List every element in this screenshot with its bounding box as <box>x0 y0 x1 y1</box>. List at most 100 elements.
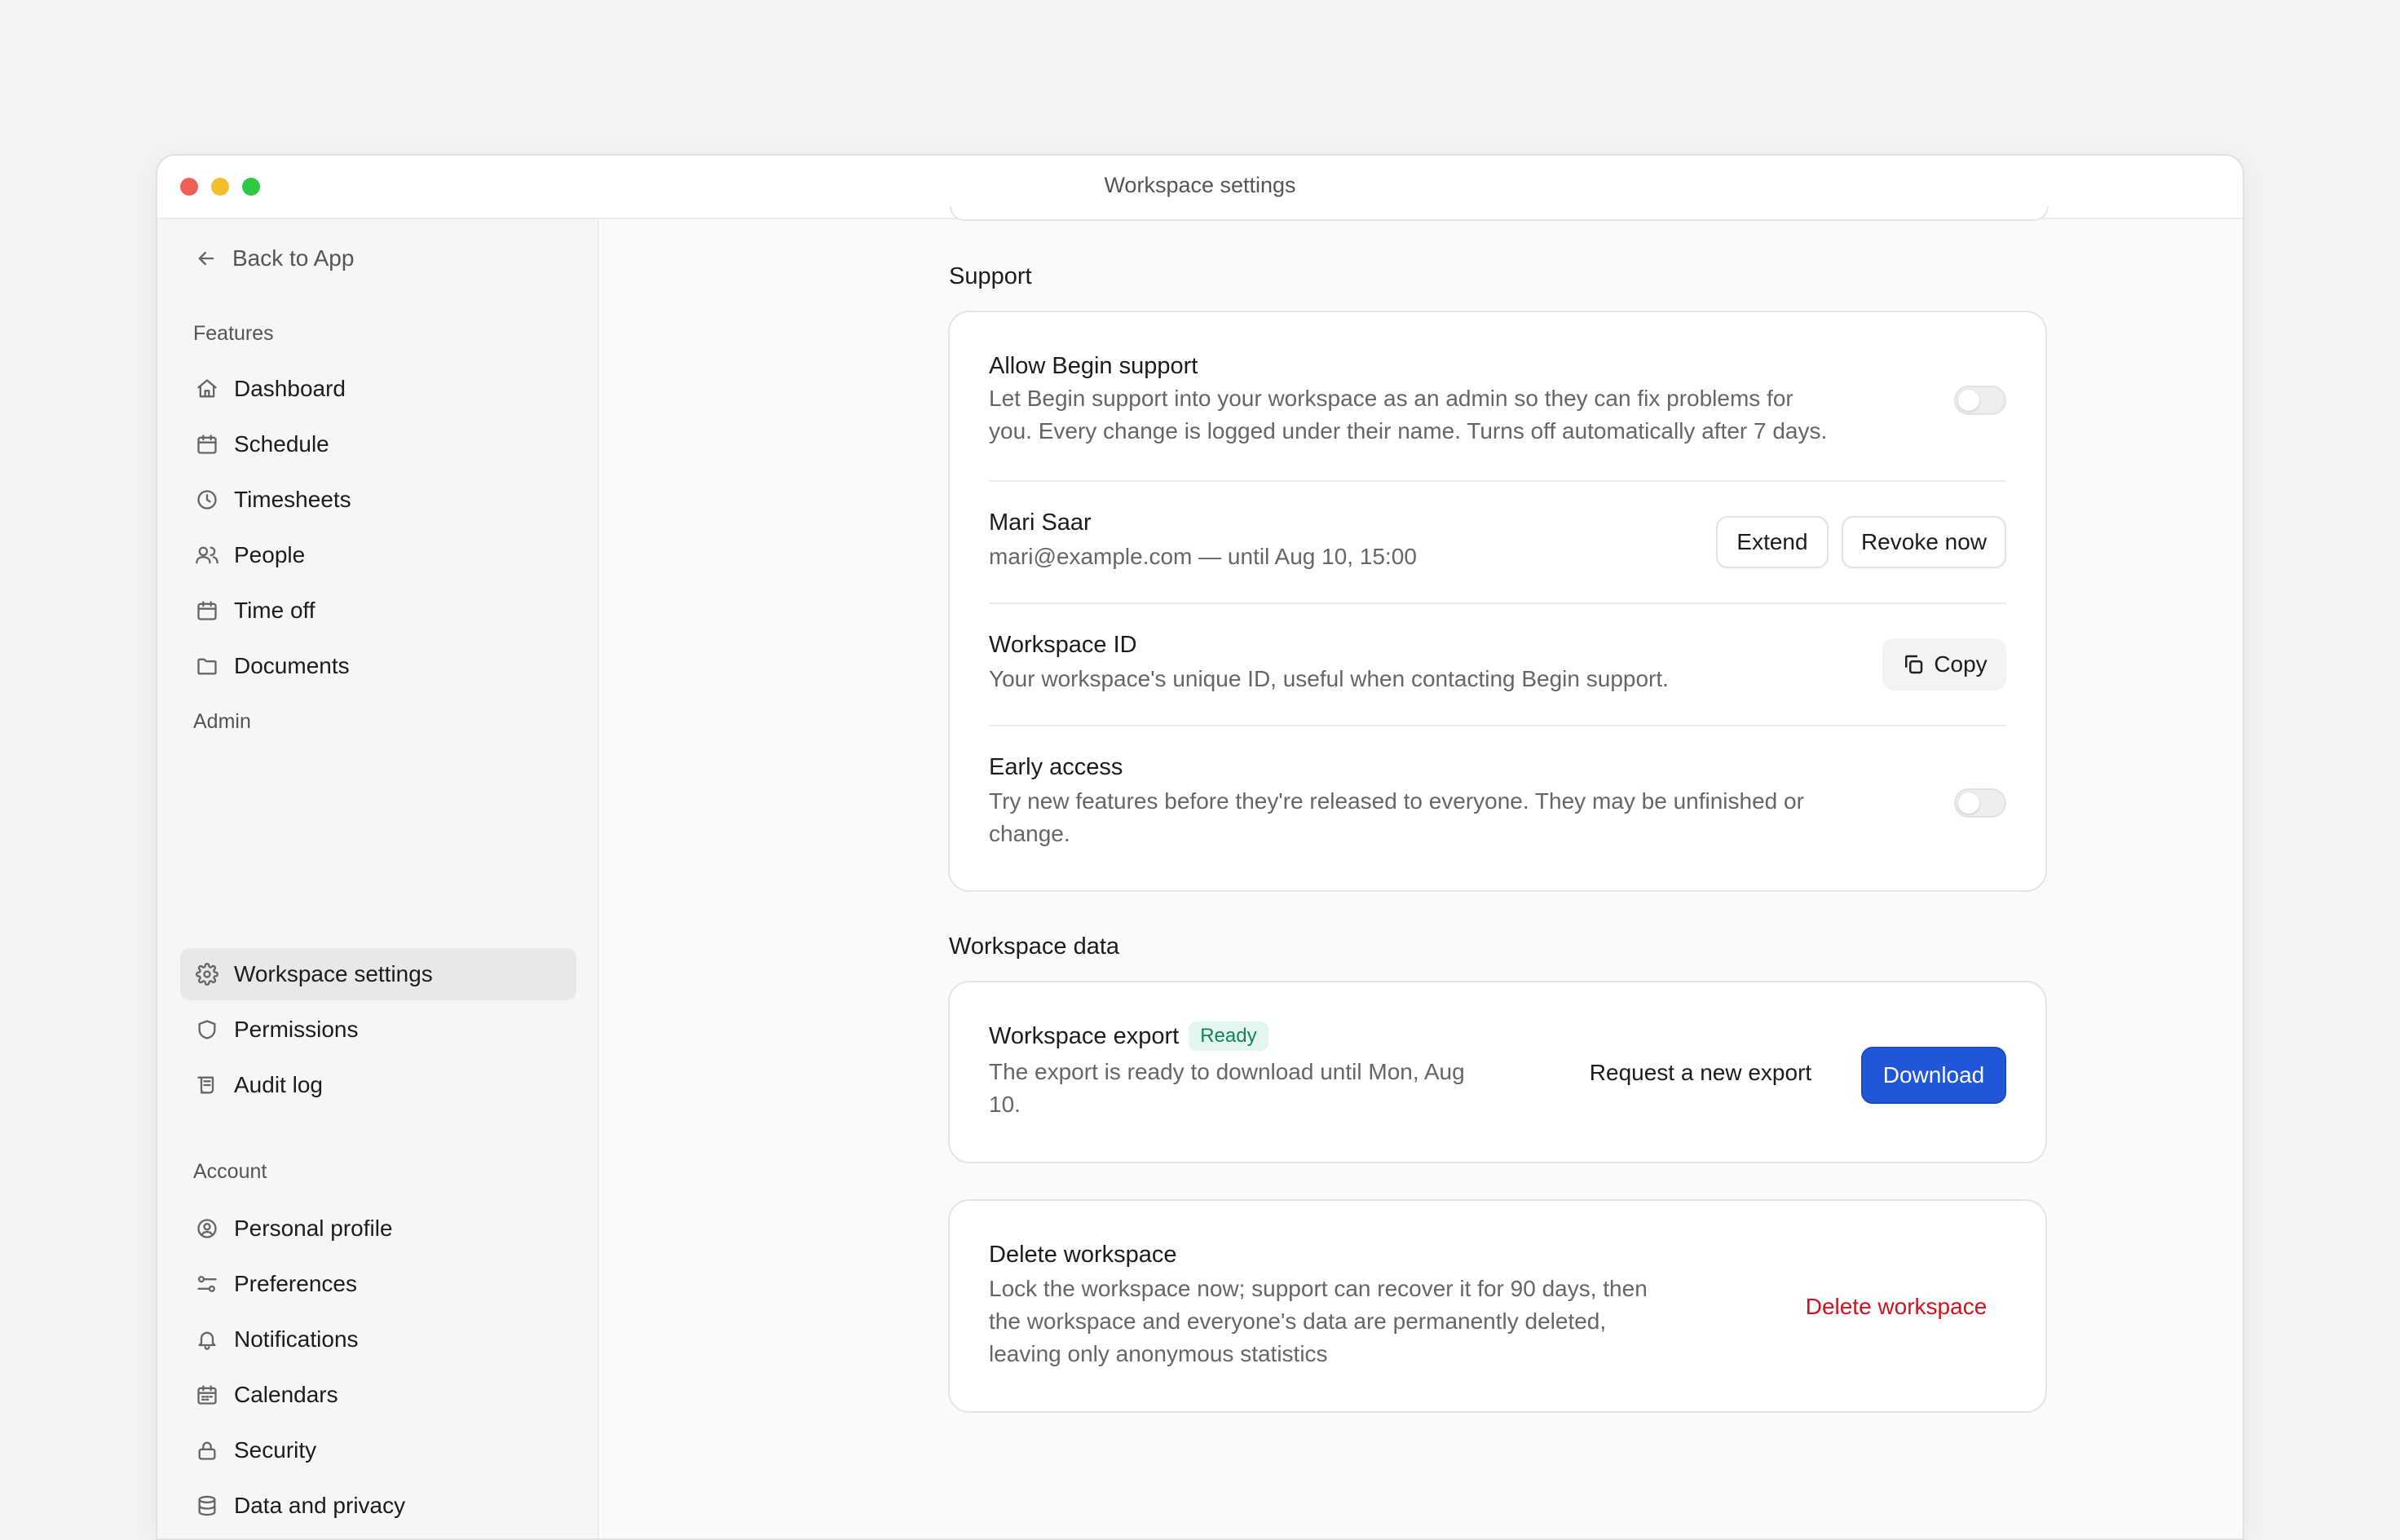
early-access-desc-line: Try new features before they're released… <box>989 788 1804 814</box>
delete-workspace-description: Lock the workspace now; support can reco… <box>989 1273 1648 1370</box>
copy-workspace-id-button[interactable]: Copy <box>1882 638 2006 691</box>
sidebar-item-workspace-settings[interactable]: Workspace settings <box>180 948 576 1000</box>
main-content[interactable]: Support Allow Begin support Let Begin su… <box>601 206 2243 1538</box>
sidebar-item-label: Timesheets <box>234 487 351 512</box>
sidebar: Back to App Features Dashboard Schedule … <box>157 219 599 1538</box>
allow-support-toggle[interactable] <box>1954 386 2006 415</box>
support-section-title: Support <box>949 263 1032 289</box>
export-desc-line: 10. <box>989 1092 1021 1117</box>
sidebar-item-label: Personal profile <box>234 1216 393 1241</box>
sidebar-item-preferences[interactable]: Preferences <box>180 1258 576 1310</box>
sidebar-item-time-off[interactable]: Time off <box>180 585 576 637</box>
sidebar-item-label: Notifications <box>234 1326 359 1352</box>
allow-support-row: Allow Begin support Let Begin support in… <box>989 312 2006 480</box>
toggle-knob <box>1958 390 1979 411</box>
app-window: Workspace settings Back to App Features … <box>156 154 2244 1540</box>
workspace-export-card: Workspace export Ready The export is read… <box>948 981 2047 1163</box>
sidebar-item-schedule[interactable]: Schedule <box>180 418 576 470</box>
arrow-left-icon <box>198 251 214 266</box>
grant-detail: mari@example.com — until Aug 10, 15:00 <box>989 544 1417 569</box>
delete-workspace-button[interactable]: Delete workspace <box>1786 1281 2006 1333</box>
sidebar-item-people[interactable]: People <box>180 529 576 581</box>
toggle-knob <box>1958 792 1979 814</box>
delete-desc-line: leaving only anonymous statistics <box>989 1341 1328 1366</box>
sidebar-item-label: Calendars <box>234 1382 338 1407</box>
early-access-desc-line: change. <box>989 821 1070 846</box>
database-icon <box>195 1494 219 1518</box>
sidebar-item-audit-log[interactable]: Audit log <box>180 1059 576 1111</box>
scroll-icon <box>195 1073 219 1097</box>
copy-label: Copy <box>1934 651 1988 677</box>
workspace-data-section-title: Workspace data <box>949 933 1120 960</box>
calendar-grid-icon <box>195 1383 219 1407</box>
sidebar-item-dashboard[interactable]: Dashboard <box>180 363 576 415</box>
sidebar-item-label: Data and privacy <box>234 1493 406 1518</box>
folder-icon <box>195 654 219 678</box>
shield-icon <box>195 1017 219 1042</box>
allow-support-desc-line: you. Every change is logged under their … <box>989 418 1828 443</box>
gear-icon <box>195 962 219 986</box>
ready-status-badge: Ready <box>1189 1022 1268 1051</box>
lock-icon <box>195 1438 219 1463</box>
delete-workspace-row: Delete workspace Lock the workspace now;… <box>989 1201 2006 1414</box>
calendar-icon <box>195 432 219 457</box>
sidebar-item-notifications[interactable]: Notifications <box>180 1313 576 1366</box>
delete-workspace-title: Delete workspace <box>989 1242 1177 1268</box>
sidebar-item-label: Dashboard <box>234 376 346 401</box>
request-new-export-button[interactable]: Request a new export <box>1566 1047 1835 1099</box>
early-access-row: Early access Try new features before the… <box>989 725 2006 892</box>
export-desc-line: The export is ready to download until Mo… <box>989 1059 1465 1084</box>
previous-card-edge <box>950 206 2049 221</box>
workspace-export-row: Workspace export Ready The export is read… <box>989 982 2006 1165</box>
workspace-id-row: Workspace ID Your workspace's unique ID,… <box>989 602 2006 725</box>
sidebar-item-label: Audit log <box>234 1072 323 1097</box>
early-access-title: Early access <box>989 754 1123 780</box>
early-access-toggle[interactable] <box>1954 788 2006 818</box>
sidebar-item-label: Time off <box>234 598 315 623</box>
allow-support-desc-line: Let Begin support into your workspace as… <box>989 386 1793 411</box>
home-icon <box>195 377 219 401</box>
delete-workspace-card: Delete workspace Lock the workspace now;… <box>948 1199 2047 1413</box>
copy-icon <box>1905 655 1923 674</box>
support-card: Allow Begin support Let Begin support in… <box>948 311 2047 892</box>
workspace-id-title: Workspace ID <box>989 632 1137 658</box>
early-access-description: Try new features before they're released… <box>989 785 1804 850</box>
grant-name: Mari Saar <box>989 510 1092 536</box>
sidebar-item-label: Documents <box>234 653 350 678</box>
sidebar-item-security[interactable]: Security <box>180 1424 576 1476</box>
sidebar-item-documents[interactable]: Documents <box>180 640 576 692</box>
sidebar-item-label: Security <box>234 1437 317 1463</box>
sidebar-group-account: Account <box>193 1160 267 1183</box>
sidebar-item-personal-profile[interactable]: Personal profile <box>180 1202 576 1255</box>
sidebar-item-data-and-privacy[interactable]: Data and privacy <box>180 1480 576 1532</box>
user-circle-icon <box>195 1216 219 1241</box>
allow-support-description: Let Begin support into your workspace as… <box>989 382 1827 448</box>
extend-button[interactable]: Extend <box>1716 516 1829 568</box>
back-to-app-link[interactable]: Back to App <box>195 242 354 275</box>
delete-desc-line: the workspace and everyone's data are pe… <box>989 1308 1607 1334</box>
delete-desc-line: Lock the workspace now; support can reco… <box>989 1276 1648 1301</box>
workspace-id-description: Your workspace's unique ID, useful when … <box>989 666 1669 691</box>
workspace-export-description: The export is ready to download until Mo… <box>989 1056 1465 1121</box>
workspace-export-title: Workspace export Ready <box>989 1022 1268 1051</box>
sidebar-item-label: Permissions <box>234 1017 359 1042</box>
people-icon <box>195 543 219 567</box>
download-export-button[interactable]: Download <box>1861 1047 2006 1104</box>
support-grant-row: Mari Saar mari@example.com — until Aug 1… <box>989 480 2006 602</box>
clock-icon <box>195 488 219 512</box>
sidebar-item-timesheets[interactable]: Timesheets <box>180 474 576 526</box>
sidebar-item-label: People <box>234 542 306 567</box>
sidebar-item-label: Preferences <box>234 1271 357 1296</box>
window-title: Workspace settings <box>1104 173 1296 197</box>
sidebar-item-calendars[interactable]: Calendars <box>180 1369 576 1421</box>
allow-support-title: Allow Begin support <box>989 353 1198 379</box>
sidebar-group-features: Features <box>193 322 274 345</box>
sidebar-item-permissions[interactable]: Permissions <box>180 1004 576 1056</box>
bell-icon <box>195 1327 219 1352</box>
workspace-export-title-text: Workspace export <box>989 1023 1180 1049</box>
sliders-icon <box>195 1272 219 1296</box>
sidebar-group-admin: Admin <box>193 710 251 733</box>
revoke-now-button[interactable]: Revoke now <box>1842 516 2006 568</box>
back-to-app-label: Back to App <box>232 245 355 271</box>
sidebar-item-label: Schedule <box>234 431 329 457</box>
